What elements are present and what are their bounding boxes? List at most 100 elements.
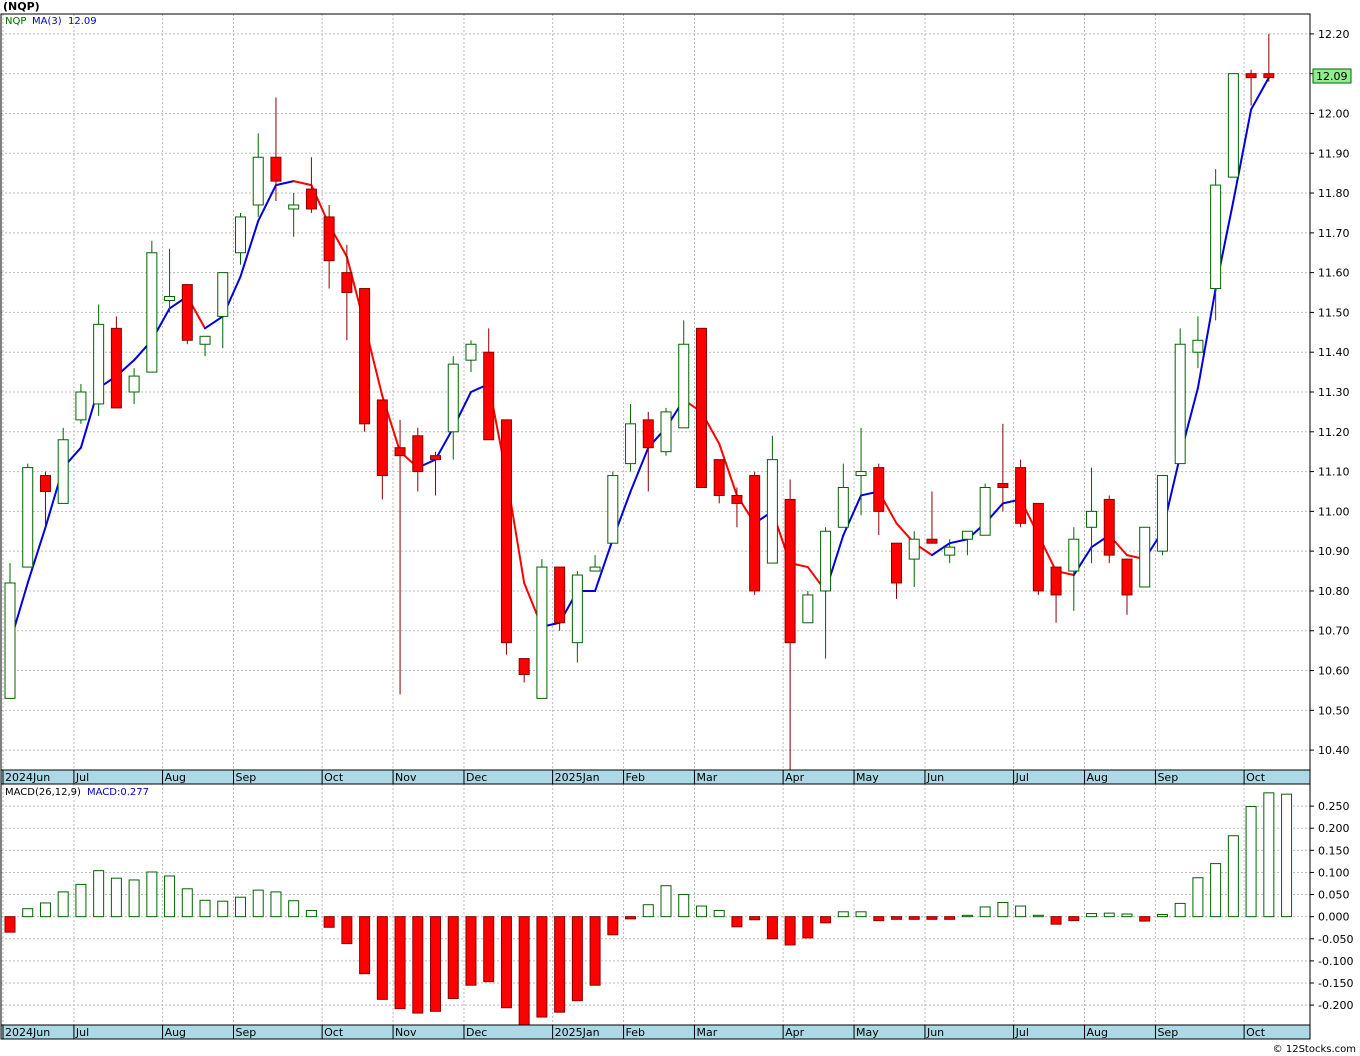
price-x-tick-label: Feb: [626, 771, 645, 784]
macd-bar-negative: [430, 916, 442, 1012]
macd-y-tick-label: 0.150: [1318, 844, 1350, 857]
price-y-tick-label: 11.80: [1318, 187, 1350, 200]
macd-y-tick-label: 0.000: [1318, 911, 1350, 924]
macd-x-tick-label: Oct: [324, 1026, 344, 1039]
candle: [146, 240, 158, 373]
macd-bar-negative: [820, 916, 832, 924]
candle: [536, 559, 548, 699]
macd-bar-positive: [695, 905, 707, 918]
macd-bar-positive: [1245, 806, 1257, 918]
candle-body-down: [695, 327, 707, 488]
macd-bar-positive: [837, 911, 849, 918]
macd-x-axis-band: [0, 1024, 1311, 1040]
macd-bar-negative: [412, 916, 424, 1014]
candle-body-up: [288, 204, 300, 210]
macd-y-tick-label: -0.100: [1318, 955, 1353, 968]
candle-body-up: [75, 391, 87, 421]
macd-bar-positive: [234, 896, 246, 918]
candle-body-up: [447, 363, 459, 433]
candle: [1227, 73, 1239, 178]
candle-body-down: [997, 483, 1009, 488]
macd-x-tick-label: Mar: [696, 1026, 717, 1039]
candle-body-up: [660, 411, 672, 453]
candle-body-up: [1139, 526, 1151, 588]
candle: [181, 284, 193, 345]
macd-bar-positive: [1174, 902, 1186, 918]
macd-bar-negative: [1050, 916, 1062, 925]
candle-body-down: [1245, 73, 1257, 79]
price-y-tick-label: 10.70: [1318, 625, 1350, 638]
candle-body-down: [642, 419, 654, 449]
macd-bar-positive: [678, 894, 690, 918]
stock-chart: 10.40 10.50 10.60 10.70 10.80 10.90 11.00 11.10…: [0, 0, 1360, 1056]
macd-bar-negative: [873, 916, 885, 922]
macd-bar-positive: [252, 889, 264, 918]
candle-body-down: [1050, 566, 1062, 596]
macd-y-tick-label: -0.200: [1318, 999, 1353, 1012]
candle-body-down: [749, 475, 761, 592]
candle-body-down: [323, 216, 335, 262]
last-price-tag-text: 12.09: [1316, 70, 1348, 83]
candle: [802, 590, 814, 624]
macd-x-tick-label: Apr: [785, 1026, 805, 1039]
candle: [1015, 459, 1027, 528]
price-x-axis-band: [0, 769, 1311, 785]
candle: [749, 471, 761, 595]
candle-body-up: [678, 343, 690, 429]
candle-body-down: [1121, 558, 1133, 596]
candle-body-down: [784, 498, 796, 644]
macd-value-label: MACD:0.277: [87, 787, 149, 798]
candle-body-up: [4, 582, 16, 699]
macd-bar-negative: [518, 916, 530, 1026]
candle-body-up: [1068, 538, 1080, 572]
candle-body-up: [766, 459, 778, 564]
candle-body-down: [483, 351, 495, 441]
candle: [359, 288, 371, 432]
macd-bar-negative: [536, 916, 548, 1018]
candle-body-down: [554, 566, 566, 624]
candle-body-up: [146, 252, 158, 373]
legend-symbol: NQP: [5, 16, 26, 27]
macd-bar-positive: [128, 879, 140, 918]
price-x-tick-label: Aug: [1087, 771, 1108, 784]
price-y-tick-label: 10.80: [1318, 585, 1350, 598]
macd-bar-positive: [713, 909, 725, 918]
candle-body-up: [944, 546, 956, 556]
price-y-tick-label: 11.50: [1318, 306, 1350, 319]
price-y-tick-label: 11.10: [1318, 466, 1350, 479]
legend-ma-value: 12.09: [68, 16, 97, 27]
macd-bar-positive: [1015, 905, 1027, 918]
candle: [607, 471, 619, 544]
macd-bar-positive: [1121, 913, 1133, 918]
macd-bar-positive: [642, 904, 654, 918]
macd-bar-positive: [1032, 914, 1044, 918]
macd-bar-negative: [926, 916, 938, 920]
macd-bar-negative: [891, 916, 902, 920]
macd-bar-positive: [305, 909, 317, 918]
candle-body-up: [465, 343, 477, 361]
price-x-tick-label: Dec: [466, 771, 487, 784]
macd-bar-positive: [997, 902, 1009, 918]
macd-x-tick-label: 2025Jan: [555, 1026, 600, 1039]
macd-bar-negative: [944, 916, 956, 920]
macd-bar-positive: [1263, 792, 1275, 918]
macd-x-tick-label: Dec: [466, 1026, 487, 1039]
candle-body-up: [234, 216, 246, 254]
macd-x-tick-label: Oct: [1246, 1026, 1266, 1039]
macd-bar-negative: [625, 916, 637, 920]
macd-x-tick-label: Sep: [1157, 1026, 1178, 1039]
candle: [695, 327, 707, 488]
price-y-tick-label: 10.90: [1318, 545, 1350, 558]
macd-bar-positive: [1210, 863, 1222, 918]
candle-body-down: [270, 156, 282, 182]
macd-bar-negative: [483, 916, 495, 983]
chart-title: (NQP): [3, 0, 40, 13]
macd-bar-negative: [554, 916, 566, 1013]
candle-body-down: [430, 455, 442, 461]
macd-bar-negative: [359, 916, 371, 975]
price-x-tick-label: May: [856, 771, 879, 784]
price-y-tick-label: 11.60: [1318, 267, 1350, 280]
candle: [4, 563, 16, 699]
candle-body-up: [607, 475, 619, 544]
macd-bar-positive: [1281, 793, 1293, 918]
